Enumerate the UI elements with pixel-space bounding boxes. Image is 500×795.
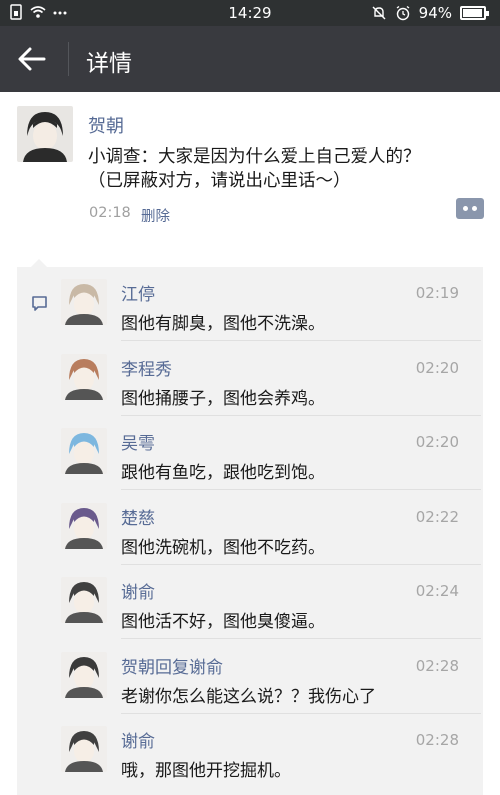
- comment-time: 02:22: [415, 507, 459, 526]
- commenter-name: 谢俞: [121, 727, 155, 752]
- commenter-name: 楚慈: [121, 504, 155, 529]
- commenter-name-text[interactable]: 贺朝: [121, 658, 155, 678]
- commenter-avatar[interactable]: [61, 651, 107, 698]
- dot-icon: [472, 206, 477, 211]
- avatar-illustration: [61, 279, 107, 325]
- avatar-illustration: [61, 651, 107, 698]
- commenter-name-text[interactable]: 楚慈: [121, 509, 155, 529]
- comment-text: 哦，那图他开挖掘机。: [121, 761, 291, 781]
- commenter-name-text[interactable]: 吴雩: [121, 434, 155, 454]
- comment-time: 02:28: [415, 656, 459, 675]
- commenter-avatar[interactable]: [61, 428, 107, 474]
- commenter-name: 谢俞: [121, 578, 155, 603]
- dot-icon: [463, 206, 468, 211]
- post-content: 小调查：大家是因为什么爱上自己爱人的？ （已屏蔽对方，请说出心里话～）: [88, 145, 468, 193]
- comment-item[interactable]: 楚慈 图他洗碗机，图他不吃药。 02:22: [61, 491, 481, 565]
- commenter-name: 吴雩: [121, 429, 155, 454]
- comment-item[interactable]: 谢俞 图他活不好，图他臭傻逼。 02:24: [61, 565, 481, 639]
- comments-panel: 江停 图他有脚臭，图他不洗澡。 02:19 李程秀 图他捅腰子，图他会养鸡。 0…: [17, 267, 483, 795]
- comment-item[interactable]: 江停 图他有脚臭，图他不洗澡。 02:19: [61, 267, 481, 341]
- reply-target-name[interactable]: 谢俞: [189, 658, 223, 678]
- post-author-avatar[interactable]: [17, 106, 73, 162]
- comment-text: 图他捅腰子，图他会养鸡。: [121, 388, 325, 409]
- comment-text: 图他有脚臭，图他不洗澡。: [121, 314, 325, 334]
- delete-link[interactable]: 删除: [141, 205, 170, 226]
- page-title: 详情: [86, 51, 132, 77]
- commenter-name-text[interactable]: 谢俞: [121, 732, 155, 752]
- title-divider: [68, 42, 69, 76]
- comment-like-menu-button[interactable]: [456, 198, 484, 219]
- alarm-icon: [396, 5, 410, 21]
- avatar-illustration: [61, 502, 107, 549]
- comment-bubble-icon: [32, 296, 47, 311]
- comment-item[interactable]: 李程秀 图他捅腰子，图他会养鸡。 02:20: [61, 342, 481, 416]
- comment-item[interactable]: 贺朝回复谢俞 老谢你怎么能这么说？？我伤心了 02:28: [61, 640, 481, 714]
- comment-item[interactable]: 谢俞 哦，那图他开挖掘机。 02:28: [61, 714, 481, 788]
- post-text-line: 小调查：大家是因为什么爱上自己爱人的？: [88, 147, 421, 167]
- comment-time: 02:20: [415, 358, 459, 377]
- back-arrow-icon[interactable]: [16, 44, 48, 74]
- avatar-illustration: [17, 106, 73, 162]
- commenter-avatar[interactable]: [61, 577, 107, 623]
- post-time: 02:18: [89, 205, 131, 221]
- commenter-name-text[interactable]: 谢俞: [121, 583, 155, 603]
- battery-percent: 94%: [418, 4, 452, 22]
- comment-time: 02:19: [415, 284, 459, 302]
- commenter-avatar[interactable]: [61, 502, 107, 549]
- comment-text: 图他洗碗机，图他不吃药。: [121, 537, 325, 558]
- comment-text: 跟他有鱼吃，跟他吃到饱。: [121, 463, 325, 483]
- comment-time: 02:20: [415, 433, 459, 451]
- avatar-illustration: [61, 428, 107, 474]
- post-author-name[interactable]: 贺朝: [88, 112, 124, 138]
- avatar-illustration: [61, 726, 107, 772]
- commenter-name: 李程秀: [121, 355, 172, 380]
- comment-time: 02:28: [415, 731, 459, 749]
- commenter-avatar[interactable]: [61, 726, 107, 772]
- comment-item[interactable]: 吴雩 跟他有鱼吃，跟他吃到饱。 02:20: [61, 416, 481, 490]
- avatar-illustration: [61, 577, 107, 623]
- avatar-illustration: [61, 353, 107, 400]
- commenter-name-text[interactable]: 李程秀: [121, 360, 172, 380]
- battery-level: [463, 9, 482, 17]
- commenter-avatar[interactable]: [61, 279, 107, 325]
- comment-text: 图他活不好，图他臭傻逼。: [121, 612, 325, 632]
- comment-text: 老谢你怎么能这么说？？我伤心了: [121, 686, 376, 707]
- commenter-name-text[interactable]: 江停: [121, 285, 155, 305]
- reply-word: 回复: [155, 657, 189, 678]
- commenter-name: 江停: [121, 280, 155, 305]
- battery-icon: [460, 6, 489, 20]
- status-bar: 14:29 94%: [0, 0, 500, 26]
- comment-time: 02:24: [415, 582, 459, 600]
- commenter-avatar[interactable]: [61, 353, 107, 400]
- mute-bell-icon: [372, 6, 386, 20]
- commenter-name: 贺朝回复谢俞: [121, 653, 223, 678]
- post-text-line: （已屏蔽对方，请说出心里话～）: [88, 171, 351, 191]
- title-bar: 详情: [0, 26, 500, 92]
